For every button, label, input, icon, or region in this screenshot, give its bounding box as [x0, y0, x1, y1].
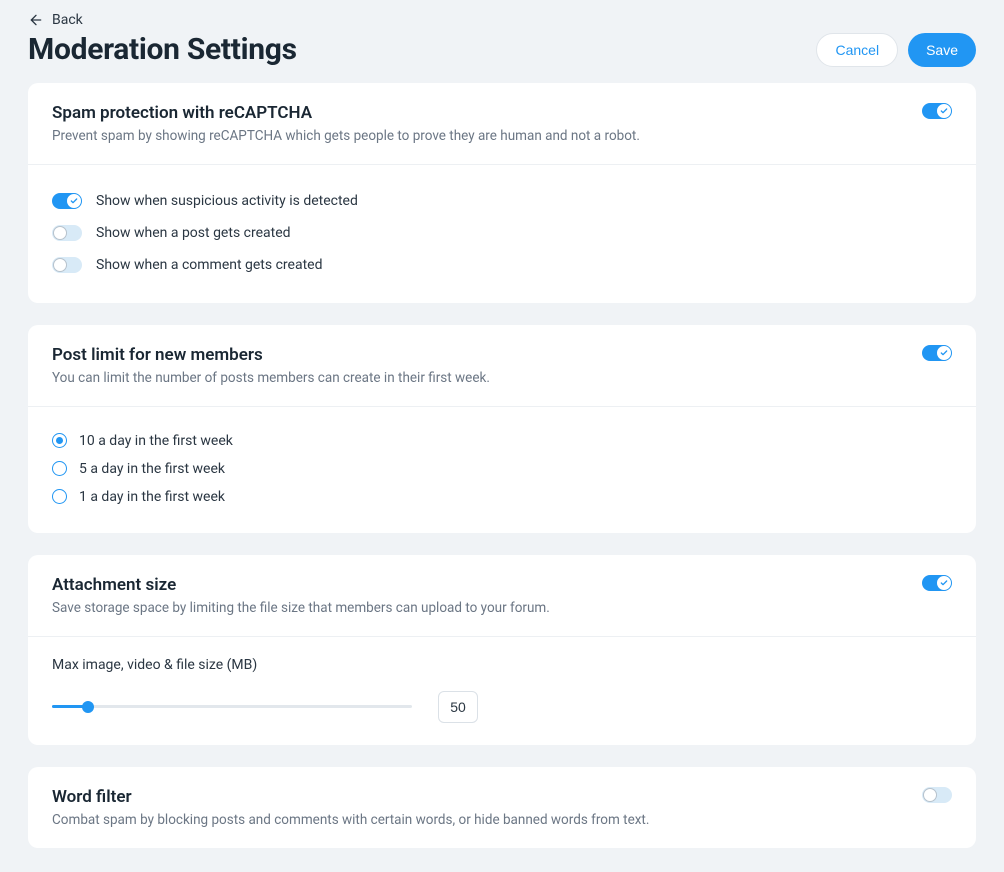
attachment-toggle[interactable] — [922, 575, 952, 591]
back-link[interactable]: Back — [28, 12, 976, 28]
radio-icon — [52, 461, 67, 476]
slider-thumb[interactable] — [82, 701, 94, 713]
radio-10[interactable]: 10 a day in the first week — [52, 427, 952, 455]
radio-5[interactable]: 5 a day in the first week — [52, 455, 952, 483]
post-limit-toggle[interactable] — [922, 345, 952, 361]
check-icon — [940, 107, 948, 115]
recaptcha-card: Spam protection with reCAPTCHA Prevent s… — [28, 83, 976, 303]
radio-10-label: 10 a day in the first week — [79, 433, 233, 449]
slider-label: Max image, video & file size (MB) — [52, 657, 952, 673]
suspicious-toggle[interactable] — [52, 193, 82, 209]
cancel-button[interactable]: Cancel — [816, 33, 898, 67]
radio-icon — [52, 489, 67, 504]
radio-5-label: 5 a day in the first week — [79, 461, 225, 477]
save-button[interactable]: Save — [908, 33, 976, 67]
comment-created-label: Show when a comment gets created — [96, 257, 322, 273]
post-limit-desc: You can limit the number of posts member… — [52, 369, 490, 388]
attachment-card: Attachment size Save storage space by li… — [28, 555, 976, 745]
suspicious-label: Show when suspicious activity is detecte… — [96, 193, 358, 209]
attachment-desc: Save storage space by limiting the file … — [52, 599, 550, 618]
post-created-label: Show when a post gets created — [96, 225, 291, 241]
radio-icon — [52, 433, 67, 448]
check-icon — [940, 579, 948, 587]
post-limit-title: Post limit for new members — [52, 345, 490, 365]
word-filter-card: Word filter Combat spam by blocking post… — [28, 767, 976, 848]
word-filter-toggle[interactable] — [922, 787, 952, 803]
attachment-value-input[interactable] — [438, 691, 478, 723]
post-created-toggle[interactable] — [52, 225, 82, 241]
radio-1[interactable]: 1 a day in the first week — [52, 483, 952, 511]
recaptcha-title: Spam protection with reCAPTCHA — [52, 103, 640, 123]
page-title: Moderation Settings — [28, 32, 297, 67]
check-icon — [70, 197, 78, 205]
back-label: Back — [52, 12, 83, 28]
arrow-left-icon — [28, 12, 44, 28]
recaptcha-toggle[interactable] — [922, 103, 952, 119]
attachment-title: Attachment size — [52, 575, 550, 595]
comment-created-toggle[interactable] — [52, 257, 82, 273]
word-filter-title: Word filter — [52, 787, 649, 807]
page-header: Moderation Settings Cancel Save — [28, 32, 976, 67]
check-icon — [940, 349, 948, 357]
attachment-slider[interactable] — [52, 705, 412, 708]
post-limit-card: Post limit for new members You can limit… — [28, 325, 976, 533]
word-filter-desc: Combat spam by blocking posts and commen… — [52, 811, 649, 830]
recaptcha-desc: Prevent spam by showing reCAPTCHA which … — [52, 127, 640, 146]
radio-1-label: 1 a day in the first week — [79, 489, 225, 505]
header-actions: Cancel Save — [816, 33, 976, 67]
